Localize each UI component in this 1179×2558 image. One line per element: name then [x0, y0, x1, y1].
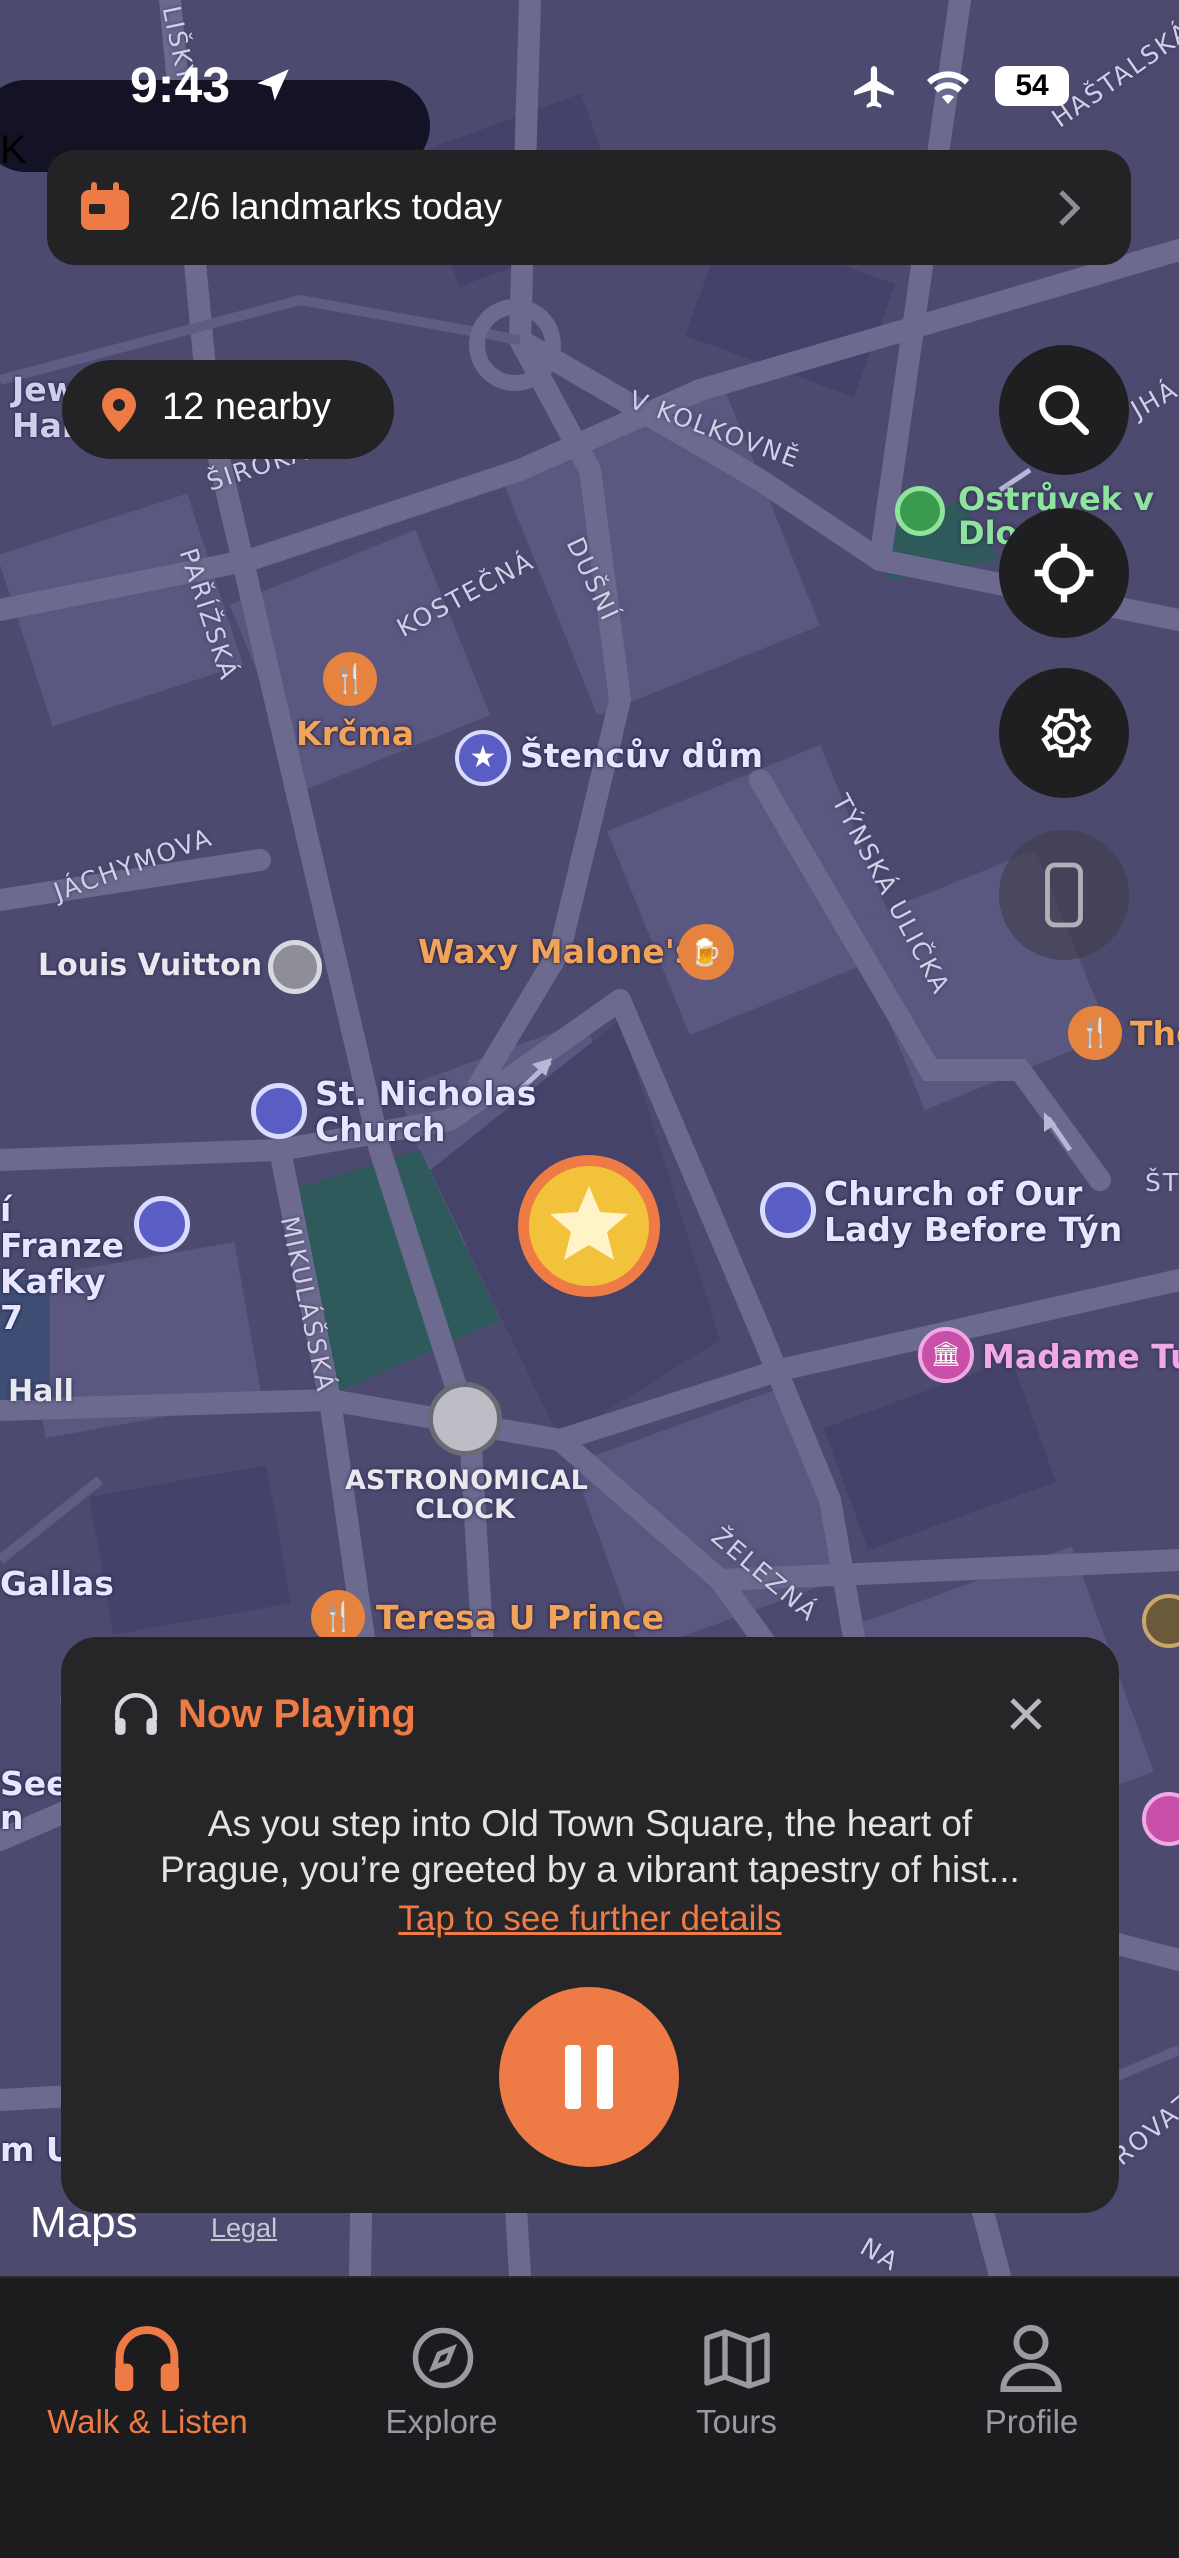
tab-profile[interactable]: Profile: [884, 2278, 1179, 2458]
description-line: Prague, you’re greeted by a vibrant tape…: [160, 1849, 1020, 1890]
status-time: 9:43: [130, 57, 231, 113]
gear-icon: [1041, 708, 1092, 758]
poi-hall[interactable]: Hall: [8, 1374, 74, 1409]
tab-label: Tours: [696, 2403, 777, 2440]
pause-button[interactable]: [499, 1987, 679, 2167]
poi-teresa-u-prince[interactable]: Teresa U Prince: [376, 1598, 664, 1637]
tab-explore[interactable]: Explore: [294, 2278, 589, 2458]
locate-me-button[interactable]: [999, 508, 1129, 638]
tab-walk-listen[interactable]: Walk & Listen: [0, 2278, 295, 2458]
phone-icon: [1045, 862, 1083, 928]
poi-partial[interactable]: n: [0, 1800, 24, 1836]
park-pin-icon[interactable]: [895, 486, 945, 536]
poi-church-tyn[interactable]: Church of Our Lady Before Týn: [824, 1176, 1154, 1248]
poi-waxy-malones[interactable]: Waxy Malone's: [418, 932, 695, 971]
restaurant-pin-icon[interactable]: 🍴: [311, 1590, 365, 1644]
poi-madame-tussauds[interactable]: Madame Tus: [982, 1337, 1179, 1376]
close-icon[interactable]: [1006, 1694, 1046, 1734]
location-pin-icon: [102, 388, 136, 432]
poi-krcma[interactable]: Krčma: [296, 714, 414, 753]
poi-astronomical-clock[interactable]: ASTRONOMICAL CLOCK: [345, 1466, 588, 1524]
crosshair-icon: [1034, 543, 1094, 603]
further-details-link[interactable]: Tap to see further details: [61, 1899, 1119, 1939]
search-icon: [1039, 385, 1090, 436]
landmarks-progress-text: 2/6 landmarks today: [169, 186, 503, 227]
landmarks-banner[interactable]: 2/6 landmarks today: [47, 150, 1131, 265]
pub-pin-icon[interactable]: 🍺: [678, 924, 734, 980]
now-playing-title: Now Playing: [178, 1692, 416, 1736]
poi-st-nicholas-church[interactable]: St. Nicholas Church: [315, 1076, 545, 1148]
now-playing-card[interactable]: Now Playing As you step into Old Town Sq…: [61, 1637, 1119, 2213]
airplane-icon: [854, 66, 894, 108]
clock-pin-icon[interactable]: [428, 1382, 502, 1456]
tab-tours[interactable]: Tours: [589, 2278, 884, 2458]
poi-the[interactable]: The: [1130, 1014, 1179, 1053]
tab-bar: Walk & Listen Explore Tours Profile: [0, 2276, 1179, 2558]
description-line: As you step into Old Town Square, the he…: [207, 1803, 973, 1844]
settings-button[interactable]: [999, 668, 1129, 798]
map-icon: [704, 2329, 770, 2389]
person-icon: [1000, 2324, 1062, 2392]
chevron-right-icon: [1059, 190, 1081, 226]
poi-louis-vuitton[interactable]: Louis Vuitton: [38, 948, 262, 983]
calendar-icon: [81, 182, 129, 230]
poi-gallas[interactable]: Gallas: [0, 1566, 114, 1602]
headphones-icon: [114, 1693, 158, 1735]
legal-link[interactable]: Legal: [211, 2213, 277, 2244]
location-arrow-icon: [257, 69, 289, 101]
nearby-pill[interactable]: 12 nearby: [62, 360, 394, 459]
landmark-pin-icon[interactable]: ★: [455, 730, 511, 786]
status-bar: K 9:43 54: [0, 0, 1179, 172]
tab-label: Explore: [385, 2403, 498, 2440]
restaurant-pin-icon[interactable]: 🍴: [1068, 1006, 1122, 1060]
compass-icon: [412, 2327, 474, 2389]
wifi-icon: [927, 71, 969, 104]
headphones-icon: [115, 2326, 179, 2391]
restaurant-pin-icon[interactable]: 🍴: [323, 652, 377, 706]
now-playing-description: As you step into Old Town Square, the he…: [91, 1801, 1089, 1893]
landmark-pin-icon[interactable]: [251, 1083, 307, 1139]
poi-stencuv-dum[interactable]: Štencův dům: [520, 738, 763, 774]
tab-label: Walk & Listen: [47, 2403, 248, 2440]
landmark-pin-icon[interactable]: [134, 1196, 190, 1252]
museum-pin-icon[interactable]: 🏛: [918, 1327, 974, 1383]
nearby-count: 12 nearby: [162, 386, 332, 428]
battery-indicator: 54: [995, 66, 1069, 106]
search-button[interactable]: [999, 345, 1129, 475]
tab-label: Profile: [984, 2403, 1079, 2440]
shopping-pin-icon[interactable]: [268, 940, 322, 994]
poi-franz-kafka[interactable]: í Franze Kafky 7: [0, 1192, 130, 1336]
landmark-pin-icon[interactable]: [760, 1182, 816, 1238]
device-button[interactable]: [999, 830, 1129, 960]
pause-icon: [565, 2045, 613, 2109]
partial-text: K: [0, 128, 27, 172]
